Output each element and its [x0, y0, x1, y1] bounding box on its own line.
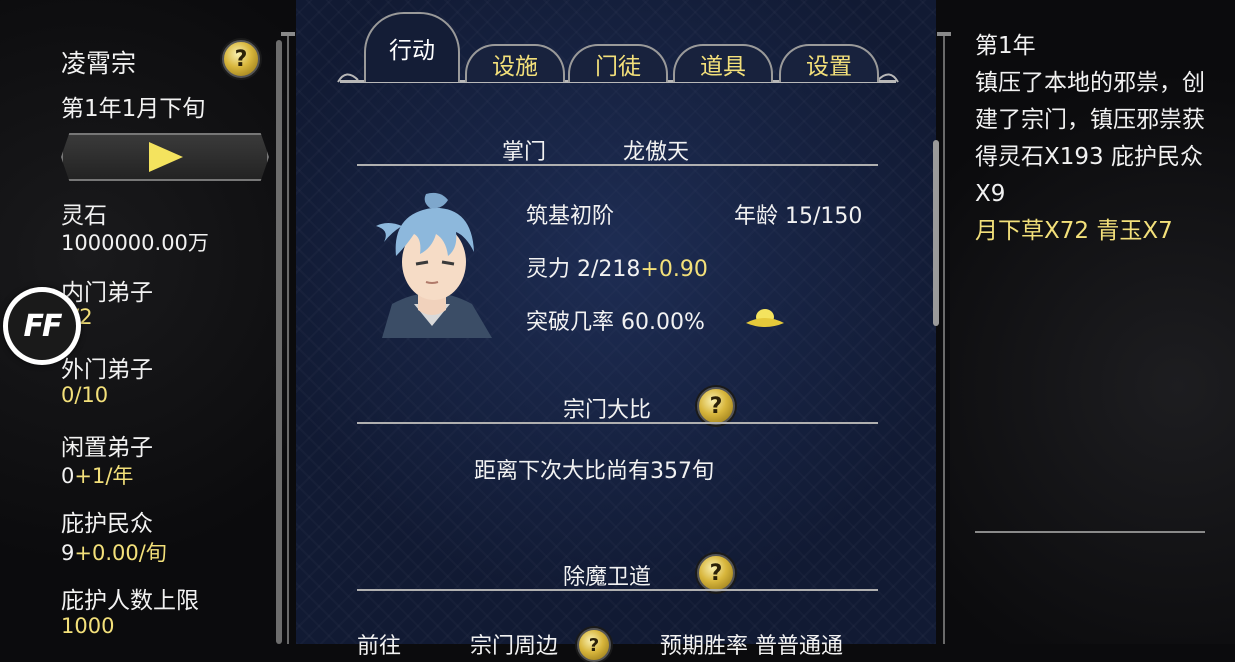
demon-go-label[interactable]: 前往 [357, 628, 401, 660]
tab-items[interactable]: 道具 [673, 44, 773, 82]
demon-divider [357, 589, 878, 591]
leader-realm: 筑基初阶 [526, 204, 615, 229]
log-year: 第1年 [975, 33, 1036, 59]
leader-name[interactable]: 龙傲天 [623, 134, 689, 166]
advance-time-button[interactable] [61, 133, 269, 181]
demon-win-rate: 预期胜率 普普通通 [660, 634, 843, 659]
center-scrollbar[interactable] [933, 140, 939, 326]
demon-help-icon[interactable]: ? [697, 554, 735, 592]
breakthrough-icon[interactable] [744, 303, 786, 333]
stat-label-protection-limit: 庇护人数上限 [61, 588, 199, 614]
leader-age-value: 15/150 [785, 204, 863, 229]
stat-label-outer-disciples: 外门弟子 [61, 357, 153, 383]
stat-value-protection-limit: 1000 [61, 614, 115, 638]
sect-help-icon[interactable]: ? [222, 40, 260, 78]
right-rail-cap [937, 32, 951, 36]
fast-forward-icon: FF [8, 292, 76, 360]
tab-settings[interactable]: 设置 [779, 44, 879, 82]
tournament-help-icon[interactable]: ? [697, 387, 735, 425]
tab-disciples[interactable]: 门徒 [568, 44, 668, 82]
demon-heading: 除魔卫道 [563, 565, 652, 590]
stat-value-outer-disciples: 0/10 [61, 383, 108, 407]
event-log: 第1年 镇压了本地的邪祟，创建了宗门，镇压邪祟获得灵石X193 庇护民众X9 月… [975, 28, 1215, 250]
fast-forward-button[interactable]: FF [3, 287, 81, 365]
sect-name: 凌霄宗 [61, 49, 137, 78]
stat-label-inner-disciples: 内门弟子 [61, 280, 153, 306]
idle-disciples-rate: +1/年 [74, 464, 134, 488]
play-icon [149, 142, 183, 172]
outer-disciples-value: 0/10 [61, 383, 109, 407]
stat-value-spirit-stones: 1000000.00万 [61, 231, 209, 255]
leader-divider [357, 164, 878, 166]
right-rail [943, 34, 945, 644]
leader-spirit-power: 灵力 2/218+0.90 [526, 251, 708, 283]
left-scrollbar[interactable] [276, 40, 282, 644]
stat-value-protected-people: 9+0.00/旬 [61, 537, 167, 567]
demon-destination[interactable]: 宗门周边 [470, 628, 558, 660]
left-rail [287, 34, 289, 644]
idle-disciples-count: 0 [61, 464, 75, 488]
tab-facilities[interactable]: 设施 [465, 44, 565, 82]
tab-actions[interactable]: 行动 [364, 12, 460, 82]
leader-title-label: 掌门 [502, 140, 547, 165]
spirit-power-value: 2/218 [577, 257, 641, 282]
stat-label-spirit-stones: 灵石 [61, 203, 107, 229]
leader-portrait[interactable] [362, 186, 502, 338]
stat-value-idle-disciples: 0+1/年 [61, 460, 133, 490]
log-body: 镇压了本地的邪祟，创建了宗门，镇压邪祟获得灵石X193 庇护民众X9 [975, 70, 1205, 207]
stat-label-protected-people: 庇护民众 [61, 511, 153, 537]
breakthrough-label: 突破几率 [526, 310, 615, 335]
leader-age: 年龄 15/150 [734, 198, 862, 230]
stat-label-idle-disciples: 闲置弟子 [61, 435, 153, 461]
spirit-power-rate: +0.90 [640, 257, 708, 282]
tournament-heading: 宗门大比 [563, 398, 652, 423]
tournament-divider [357, 422, 878, 424]
log-rewards: 月下草X72 青玉X7 [975, 218, 1173, 244]
protected-people-rate: +0.00/旬 [74, 541, 167, 565]
breakthrough-value: 60.00% [621, 310, 705, 335]
tournament-countdown: 距离下次大比尚有357旬 [474, 459, 714, 484]
game-date: 第1年1月下旬 [61, 96, 206, 122]
breakthrough-chance: 突破几率 60.00% [526, 304, 705, 336]
left-rail-cap [281, 32, 295, 36]
leader-age-label: 年龄 [734, 204, 779, 229]
log-divider [975, 531, 1205, 533]
spirit-power-label: 灵力 [526, 257, 571, 282]
protected-people-count: 9 [61, 541, 75, 565]
destination-help-icon[interactable]: ? [577, 628, 611, 662]
